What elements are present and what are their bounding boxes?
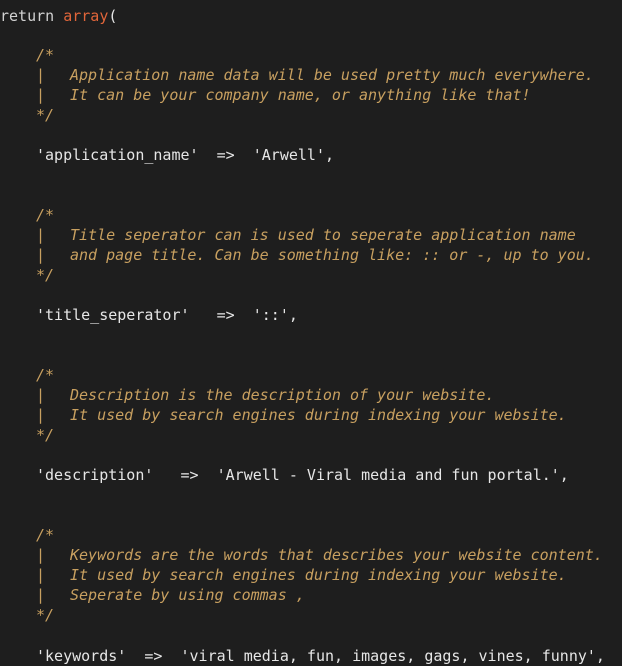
config-value: '::',	[252, 306, 298, 324]
comment-close: */	[36, 606, 55, 624]
comment-line: Seperate by using commas ,	[70, 586, 305, 604]
comment-bar: |	[36, 386, 46, 404]
comment-line: It can be your company name, or anything…	[70, 86, 531, 104]
arrow-operator: =>	[216, 306, 235, 324]
comment-open: /*	[36, 526, 55, 544]
comment-bar: |	[36, 246, 46, 264]
config-key: 'keywords'	[36, 647, 127, 665]
comment-open: /*	[36, 366, 55, 384]
config-value: 'Arwell - Viral media and fun portal.',	[216, 466, 569, 484]
config-value: 'Arwell',	[252, 146, 335, 164]
comment-bar: |	[36, 406, 46, 424]
open-paren: (	[108, 7, 118, 25]
comment-bar: |	[36, 566, 46, 584]
code-editor[interactable]: return array( /* | Application name data…	[0, 0, 622, 666]
comment-close: */	[36, 266, 55, 284]
comment-line: It used by search engines during indexin…	[70, 566, 567, 584]
comment-line: Keywords are the words that describes yo…	[70, 546, 603, 564]
comment-line: Description is the description of your w…	[70, 386, 495, 404]
config-entry-title-seperator: 'title_seperator' => '::',	[36, 305, 298, 325]
config-key: 'application_name'	[36, 146, 199, 164]
array-function: array	[63, 7, 109, 25]
return-keyword: return	[0, 7, 55, 25]
arrow-operator: =>	[216, 146, 235, 164]
comment-bar: |	[36, 226, 46, 244]
comment-bar: |	[36, 546, 46, 564]
config-entry-description: 'description' => 'Arwell - Viral media a…	[36, 465, 569, 485]
comment-line: It used by search engines during indexin…	[70, 406, 567, 424]
comment-open: /*	[36, 206, 55, 224]
comment-bar: |	[36, 586, 46, 604]
config-value: 'viral media, fun, images, gags, vines, …	[180, 647, 605, 665]
comment-close: */	[36, 426, 55, 444]
comment-line: Application name data will be used prett…	[70, 66, 594, 84]
comment-line: and page title. Can be something like: :…	[70, 246, 594, 264]
arrow-operator: =>	[144, 647, 163, 665]
config-key: 'title_seperator'	[36, 306, 190, 324]
arrow-operator: =>	[180, 466, 199, 484]
comment-close: */	[36, 106, 55, 124]
comment-bar: |	[36, 66, 46, 84]
config-entry-keywords: 'keywords' => 'viral media, fun, images,…	[36, 646, 605, 666]
comment-line: Title seperator can is used to seperate …	[70, 226, 576, 244]
config-key: 'description'	[36, 466, 154, 484]
comment-open: /*	[36, 46, 55, 64]
code-line-return: return array(	[0, 6, 117, 26]
config-entry-application-name: 'application_name' => 'Arwell',	[36, 145, 334, 165]
comment-bar: |	[36, 86, 46, 104]
